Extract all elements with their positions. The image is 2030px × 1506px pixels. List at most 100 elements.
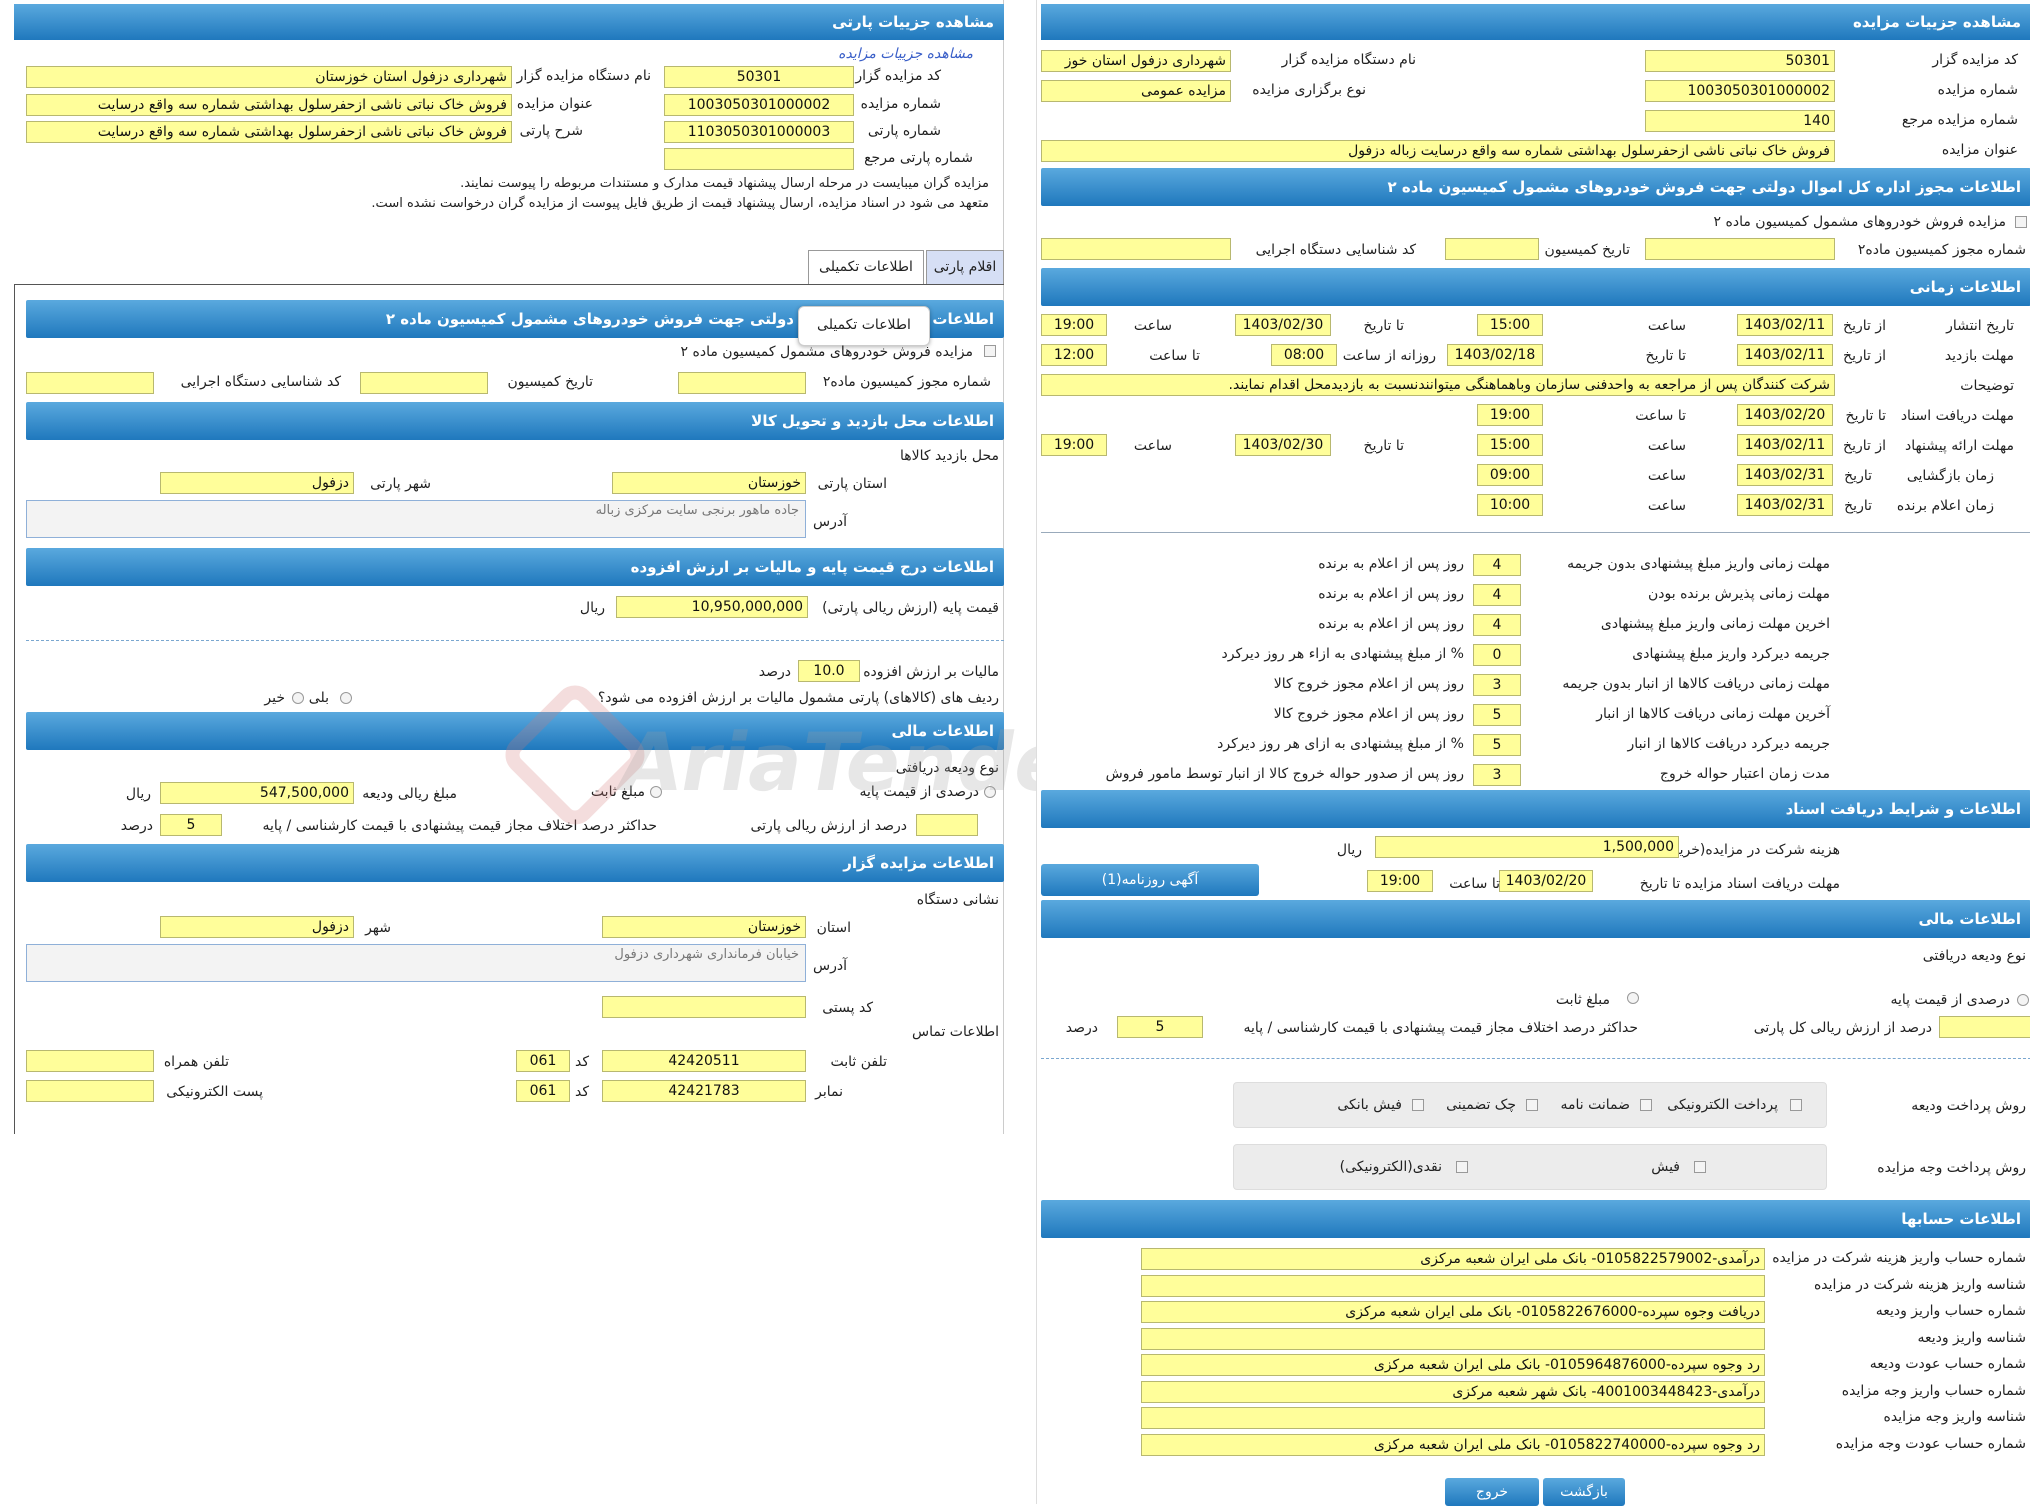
ref-number-label: شماره مزایده مرجع [1901,112,2018,128]
postal-code-field [602,996,806,1018]
doc-to-label: تا تاریخ [1845,408,1886,424]
docs-deadline-field: 1403/02/20 [1499,870,1593,892]
r-exec-id-label: کد شناسایی دستگاه اجرایی [1255,242,1416,258]
commission-date-label: تاریخ کمیسیون [507,374,593,390]
docs-deadline-hour-label: تا ساعت [1449,876,1500,892]
r-auction-number-field: 1003050301000002 [1645,80,1835,102]
publish-label: تاریخ انتشار [1946,318,2014,334]
party-number-field: 1103050301000003 [664,121,854,143]
phone-field: 42420511 [602,1050,806,1072]
publish-from-time: 15:00 [1477,314,1543,336]
publish-from-field: 1403/02/11 [1737,314,1833,336]
vat-unit: درصد [758,664,791,680]
r-title-label: عنوان مزایده [1941,142,2018,158]
r-commission-date-field [1445,238,1539,260]
r-finance-header: اطلاعات مالی [1041,900,2030,938]
winner-label: زمان اعلام برنده [1896,498,1994,514]
auctioneer-province-label: استان [816,920,851,936]
r-title-field: فروش خاک نباتی ناشی ازحفرسلول بهداشتی شم… [1041,140,1835,162]
back-button[interactable]: بازگشت [1543,1478,1625,1506]
publish-to-hour-label: ساعت [1133,318,1172,334]
visit-to-hour-label: تا ساعت [1149,348,1200,364]
desc-field: شرکت کنندگان پس از مراجعه به واحدفنی ساز… [1041,374,1835,396]
account-value [1141,1407,1765,1429]
r-vehicle-sale-checkbox[interactable] [2015,216,2027,228]
account-label: شماره حساب واریز هزینه شرکت در مزایده [1772,1250,2026,1266]
r-auctioneer-name-field: شهرداری دزفول استان خوز [1041,50,1231,72]
account-value: رد وجوه سپرده-0105964876000- بانک ملی ای… [1141,1354,1765,1376]
party-province-field: خوزستان [612,472,806,494]
r-permit-header: اطلاعات مجوز اداره کل اموال دولتی جهت فر… [1041,168,2030,206]
deposit-method-guarantee-checkbox[interactable] [1640,1099,1652,1111]
r-auctioneer-code-label: کد مزایده گزار [1932,52,2018,68]
payment-method-label: روش پرداخت وجه مزایده [1877,1160,2026,1176]
ref-number-field: 140 [1645,110,1835,132]
vat-no-radio[interactable] [292,692,304,704]
vat-yes-radio[interactable] [340,692,352,704]
section-permit-title-end: دولتی جهت فروش خودروهای مشمول کمیسیون ما… [385,310,794,328]
max-diff-unit: درصد [120,818,153,834]
deposit-method-label: روش پرداخت ودیعه [1911,1098,2026,1114]
deadline-label: آخرین مهلت زمانی دریافت کالاها از انبار [1596,706,1830,722]
r-deposit-fixed-label: مبلغ ثابت [1555,992,1610,1008]
deposit-amount-unit: ریال [125,786,151,802]
doc-receive-label: مهلت دریافت اسناد [1900,408,2014,424]
deadline-label: مهلت زمانی پذیرش برنده بودن [1647,586,1830,602]
docs-header: اطلاعات و شرایط دریافت اسناد [1041,790,2030,828]
offer-from-hour-label: ساعت [1647,438,1686,454]
party-province-label: استان پارتی [817,476,887,492]
offer-to-time: 19:00 [1041,434,1107,456]
deadline-unit: % از مبلغ پیشنهادی به ازاء هر روز دیرکرد [1221,646,1464,662]
deposit-amount-field: 547,500,000 [160,782,354,804]
deadline-unit: روز پس از اعلام مجوز خروج کالا [1273,706,1464,722]
account-label: شماره حساب واریز وجه مزایده [1841,1382,2026,1399]
deposit-method-electronic-checkbox[interactable] [1790,1099,1802,1111]
max-diff-label: حداکثر درصد اختلاف مجاز قیمت پیشنهادی با… [262,818,657,834]
tab-extra-info[interactable]: اطلاعات تکمیلی [808,250,924,284]
offer-to-hour-label: ساعت [1133,438,1172,454]
breadcrumb[interactable]: مشاهده جزییات مزایده [838,46,973,62]
r-auctioneer-code-field: 50301 [1645,50,1835,72]
tab-party-items[interactable]: اقلام پارتی [926,250,1004,284]
commission-date-field [360,372,488,394]
deadline-value: 3 [1473,764,1521,786]
deposit-method-cheque-checkbox[interactable] [1526,1099,1538,1111]
r-permit-number-label: شماره مجوز کمیسیون ماده۲ [1857,242,2026,258]
r-deposit-fixed-radio[interactable] [1627,992,1639,1004]
deadline-label: مهلت زمانی دریافت کالاها از انبار بدون ج… [1562,676,1830,692]
email-label: پست الکترونیکی [166,1084,263,1100]
r-deposit-percent-radio[interactable] [2017,994,2029,1006]
deposit-methods-group: پرداخت الکترونیکی ضمانت نامه چک تضمینی ف… [1233,1082,1827,1128]
fax-code-label: کد [574,1084,589,1100]
account-label: شناسه واریز ودیعه [1917,1329,2026,1346]
auctioneer-city-field: دزفول [160,916,354,938]
exit-button[interactable]: خروج [1445,1478,1539,1506]
vehicle-sale-checkbox[interactable] [984,345,996,357]
auctioneer-address-field: خیابان فرمانداری شهرداری دزفول [26,944,806,982]
r-percent-total-label: درصد از ارزش ریالی کل پارتی [1753,1020,1932,1036]
r-exec-id-field [1041,238,1231,260]
account-value: درآمدی-0105822579002- بانک ملی ایران شعب… [1141,1248,1765,1270]
party-desc-field: فروش خاک نباتی ناشی ازحفرسلول بهداشتی شم… [26,121,512,143]
auctioneer-name-label: نام دستگاه مزایده گزار [516,68,651,84]
email-field [26,1080,154,1102]
visit-to-label: تا تاریخ [1645,348,1686,364]
opening-date-field: 1403/02/31 [1737,464,1833,486]
permit-number-field [678,372,806,394]
payment-method-cash-checkbox[interactable] [1456,1161,1468,1173]
publish-to-label: تا تاریخ [1363,318,1404,334]
deposit-method-bank-slip-checkbox[interactable] [1412,1099,1424,1111]
opening-label: زمان بازگشایی [1906,468,1994,484]
offer-from-time: 15:00 [1477,434,1543,456]
party-details-pane: مشاهده جزییات پارتی مشاهده جزییات مزایده… [0,0,1004,1134]
docs-deadline-label: مهلت دریافت اسناد مزایده تا تاریخ [1639,876,1840,892]
payment-method-slip-checkbox[interactable] [1694,1161,1706,1173]
newspaper-ad-button[interactable]: آگهی روزنامه(1) [1041,864,1259,896]
postal-code-label: کد پستی [822,1000,873,1016]
exec-id-label: کد شناسایی دستگاه اجرایی [180,374,341,390]
auctioneer-code-field: 50301 [664,66,854,88]
deadline-value: 3 [1473,674,1521,696]
percent-of-party-label: درصد از ارزش ریالی پارتی [750,818,907,834]
party-city-label: شهر پارتی [370,476,431,492]
deposit-method-bank-slip: فیش بانکی [1337,1097,1402,1113]
